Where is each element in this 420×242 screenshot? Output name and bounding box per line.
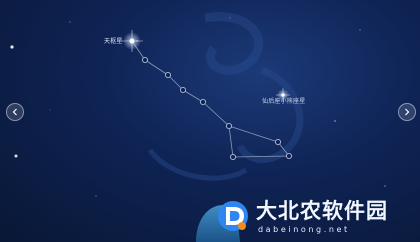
chevron-right-icon (405, 108, 410, 116)
background-star (229, 17, 231, 19)
background-star (14, 154, 18, 158)
background-star (69, 21, 71, 23)
background-star (136, 40, 138, 42)
background-star (10, 45, 14, 49)
background-star (49, 109, 51, 111)
previous-button[interactable] (6, 103, 24, 121)
constellation-node (229, 153, 237, 161)
dubhe-label: 天枢星 (104, 38, 123, 45)
constellation-node (179, 86, 187, 94)
constellation-node (141, 56, 149, 64)
background-star (359, 29, 361, 31)
dubhe-star[interactable] (121, 30, 143, 52)
background-star (334, 120, 336, 122)
background-stars (10, 17, 386, 197)
site-watermark: 大北农软件园 dabeinong.net (216, 196, 420, 242)
constellation-node (274, 138, 282, 146)
constellation-node (285, 152, 293, 160)
star-map-view[interactable]: 天枢星 仙后座小熊座星 大北农软件园 dabeinong.net (0, 0, 420, 242)
constellation-node (164, 71, 172, 79)
watermark-url: dabeinong.net (258, 225, 350, 234)
constellation-node (199, 98, 207, 106)
planet-label: 仙后座小熊座星 (262, 98, 306, 105)
background-star (95, 195, 97, 197)
background-star (384, 185, 386, 187)
watermark-title: 大北农软件园 (256, 198, 388, 223)
chevron-left-icon (12, 108, 17, 116)
constellation-node (225, 122, 233, 130)
next-button[interactable] (398, 103, 416, 121)
site-logo (218, 201, 248, 231)
